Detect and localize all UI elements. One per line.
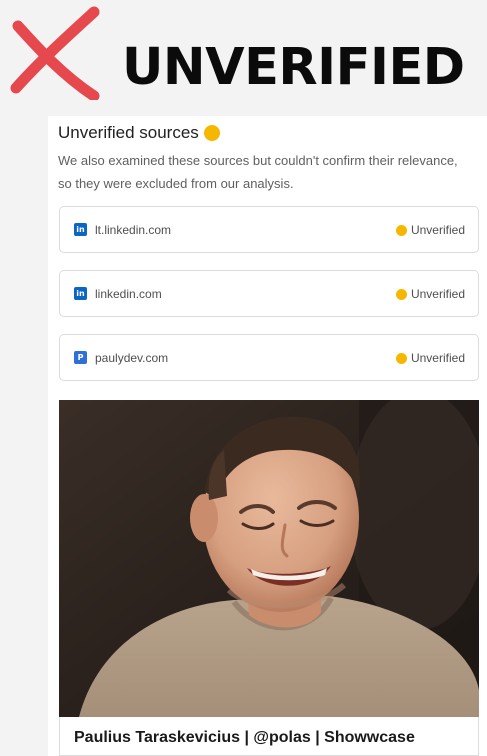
- status-badge: Unverified: [395, 350, 465, 366]
- status-text: Unverified: [410, 287, 465, 301]
- warning-dot-icon: [203, 125, 220, 141]
- source-card-lt-linkedin[interactable]: in lt.linkedin.com Unverified: [59, 206, 479, 253]
- unverified-sources-panel: Unverified sources We also examined thes…: [48, 116, 487, 756]
- warning-dot-icon: [395, 288, 407, 300]
- profile-photo[interactable]: [59, 400, 479, 717]
- source-label[interactable]: paulydev.com: [95, 350, 168, 366]
- unverified-banner: UNVERIFIED: [0, 0, 487, 112]
- paulydev-favicon-icon: P: [74, 351, 87, 364]
- status-text: Unverified: [410, 351, 465, 365]
- result-card-caption[interactable]: Paulius Taraskevicius | @polas | Showwca…: [59, 717, 479, 756]
- source-label[interactable]: lt.linkedin.com: [95, 222, 171, 238]
- warning-dot-icon: [395, 352, 407, 364]
- section-description: We also examined these sources but could…: [58, 153, 458, 191]
- section-title-text: Unverified sources: [58, 123, 199, 142]
- red-x-mark-icon: [10, 6, 100, 100]
- section-title: Unverified sources: [58, 123, 220, 143]
- linkedin-icon: in: [74, 223, 87, 236]
- status-badge: Unverified: [395, 222, 465, 238]
- status-badge: Unverified: [395, 286, 465, 302]
- linkedin-icon: in: [74, 287, 87, 300]
- status-text: Unverified: [410, 223, 465, 237]
- source-label[interactable]: linkedin.com: [95, 286, 162, 302]
- result-card-title[interactable]: Paulius Taraskevicius | @polas | Showwca…: [74, 728, 415, 748]
- profile-photo-illustration: [59, 400, 479, 717]
- source-card-linkedin[interactable]: in linkedin.com Unverified: [59, 270, 479, 317]
- source-card-paulydev[interactable]: P paulydev.com Unverified: [59, 334, 479, 381]
- warning-dot-icon: [395, 224, 407, 236]
- banner-title: UNVERIFIED: [122, 38, 465, 97]
